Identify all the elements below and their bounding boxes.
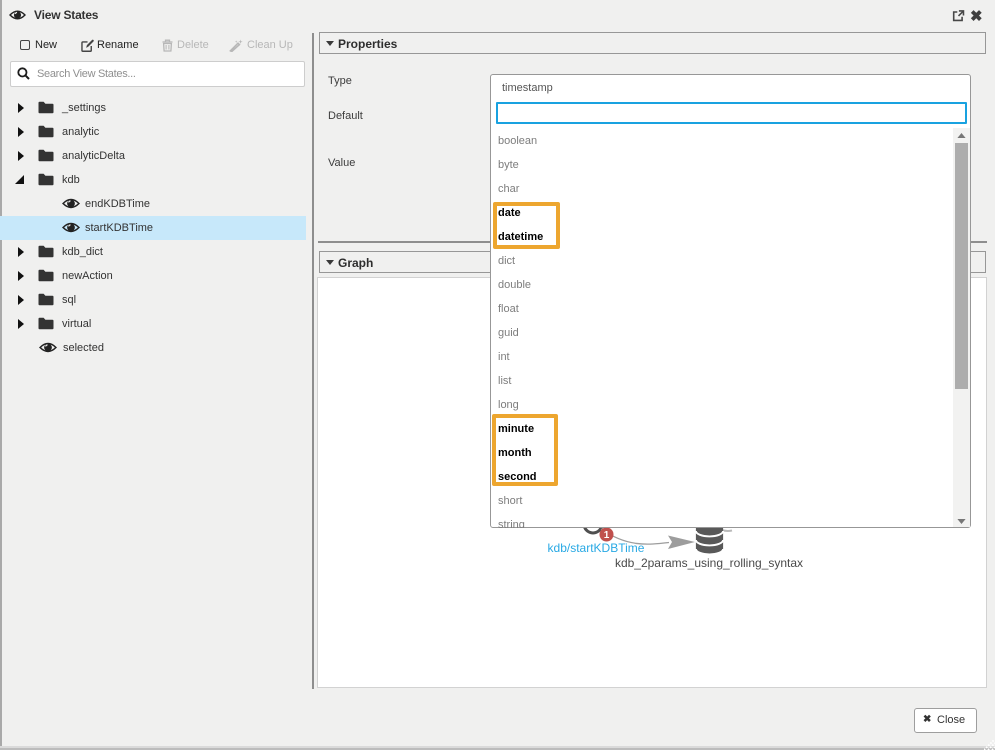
svg-text:kdb/startKDBTime: kdb/startKDBTime: [548, 541, 645, 555]
svg-text:1: 1: [604, 530, 610, 541]
svg-text:kdb_2params_using_rolling_synt: kdb_2params_using_rolling_syntax: [615, 556, 803, 570]
